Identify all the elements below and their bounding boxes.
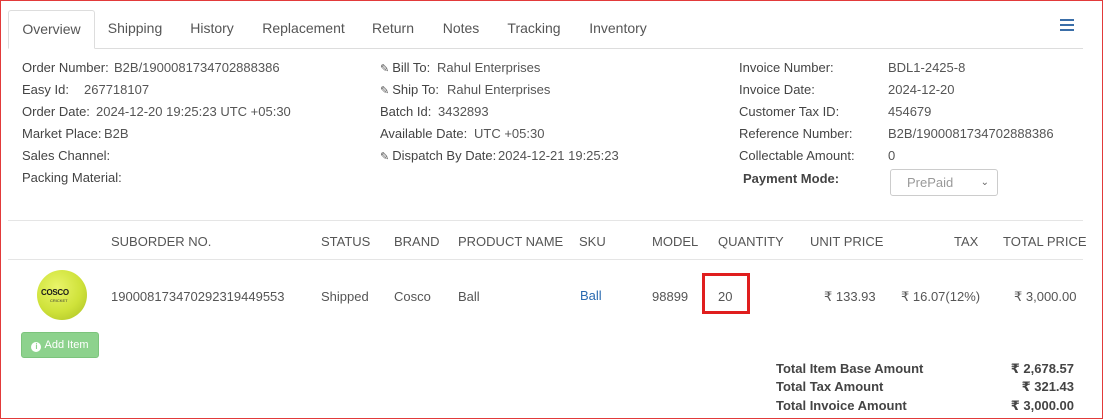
tab-replacement[interactable]: Replacement [256, 10, 351, 49]
col-model: MODEL [652, 234, 699, 249]
order-date-label: Order Date: [22, 104, 90, 119]
info-icon: i [31, 342, 42, 352]
sku-link[interactable]: Ball [580, 288, 602, 303]
available-date-value: UTC +05:30 [474, 126, 545, 141]
status-value: Shipped [321, 289, 369, 304]
batch-id-value: 3432893 [438, 104, 489, 119]
col-unit-price: UNIT PRICE [810, 234, 884, 249]
col-status: STATUS [321, 234, 371, 249]
invoice-number-label: Invoice Number: [739, 60, 834, 75]
invoice-number-value: BDL1-2425-8 [888, 60, 966, 75]
product-image: COSCO CRICKET [37, 270, 87, 320]
tab-inventory[interactable]: Inventory [580, 10, 656, 49]
market-place-value: B2B [104, 126, 129, 141]
product-name-value: Ball [458, 289, 480, 304]
pencil-icon[interactable]: ✎ [380, 84, 389, 97]
table-top-divider [8, 220, 1083, 221]
product-logo: COSCO [41, 288, 69, 297]
reference-number-value: B2B/1900081734702888386 [888, 126, 1054, 141]
packing-material-label: Packing Material: [22, 170, 122, 185]
available-date-label: Available Date: [380, 126, 468, 141]
collectable-amount-label: Collectable Amount: [739, 148, 855, 163]
col-brand: BRAND [394, 234, 440, 249]
sales-channel-label: Sales Channel: [22, 148, 111, 163]
customer-tax-value: 454679 [888, 104, 932, 119]
ship-to-label: ✎ Ship To: [380, 82, 439, 97]
col-tax: TAX [954, 234, 979, 249]
easy-id-value: 267718107 [84, 82, 150, 97]
total-tax-value: ₹ 321.43 [1021, 379, 1074, 394]
unit-price-value: ₹ 133.93 [824, 289, 876, 304]
reference-number-label: Reference Number: [739, 126, 853, 141]
easy-id-label: Easy Id: [22, 82, 69, 97]
pencil-icon[interactable]: ✎ [380, 150, 389, 163]
batch-id-label: Batch Id: [380, 104, 432, 119]
tab-return[interactable]: Return [363, 10, 423, 49]
total-base-value: ₹ 2,678.57 [1010, 361, 1074, 376]
order-number-value: B2B/1900081734702888386 [114, 60, 280, 75]
tab-shipping[interactable]: Shipping [98, 10, 172, 49]
col-sku: SKU [579, 234, 606, 249]
total-price-value: ₹ 3,000.00 [1014, 289, 1077, 304]
total-tax-label: Total Tax Amount [776, 379, 884, 394]
payment-mode-value: PrePaid [907, 175, 954, 190]
payment-mode-select[interactable]: PrePaid ⌄ [890, 169, 998, 196]
customer-tax-label: Customer Tax ID: [739, 104, 840, 119]
invoice-date-value: 2024-12-20 [888, 82, 955, 97]
collectable-amount-value: 0 [888, 148, 896, 163]
market-place-label: Market Place: [22, 126, 102, 141]
tab-tracking[interactable]: Tracking [499, 10, 569, 49]
invoice-date-label: Invoice Date: [739, 82, 815, 97]
total-base-label: Total Item Base Amount [776, 361, 924, 376]
order-date-value: 2024-12-20 19:25:23 UTC +05:30 [96, 104, 291, 119]
tab-overview[interactable]: Overview [8, 10, 95, 49]
bill-to-label: ✎ Bill To: [380, 60, 431, 75]
total-invoice-value: ₹ 3,000.00 [1010, 398, 1074, 413]
pencil-icon[interactable]: ✎ [380, 62, 389, 75]
suborder-value: 1900081734702923194495​53 [111, 289, 285, 304]
order-number-label: Order Number: [22, 60, 109, 75]
tax-value: ₹ 16.07(12%) [901, 289, 981, 304]
quantity-value: 20 [718, 289, 733, 304]
total-invoice-label: Total Invoice Amount [776, 398, 907, 413]
col-total-price: TOTAL PRICE [1003, 234, 1087, 249]
col-quantity: QUANTITY [718, 234, 784, 249]
table-header-divider [8, 259, 1083, 260]
tab-notes[interactable]: Notes [433, 10, 489, 49]
ship-to-value: Rahul Enterprises [447, 82, 551, 97]
chevron-down-icon: ⌄ [980, 177, 989, 188]
col-suborder: SUBORDER NO. [111, 234, 212, 249]
payment-mode-label: Payment Mode: [743, 171, 840, 186]
col-product-name: PRODUCT NAME [458, 234, 564, 249]
add-item-button[interactable]: i Add Item [21, 332, 99, 358]
dispatch-by-label: ✎ Dispatch By Date: [380, 148, 497, 163]
bill-to-value: Rahul Enterprises [437, 60, 541, 75]
dispatch-by-value: 2024-12-21 19:25:23 [498, 148, 619, 163]
hamburger-menu-icon[interactable] [1060, 19, 1074, 31]
brand-value: Cosco [394, 289, 431, 304]
tab-history[interactable]: History [180, 10, 244, 49]
product-logo-sub: CRICKET [50, 298, 68, 303]
model-value: 98899 [652, 289, 689, 304]
